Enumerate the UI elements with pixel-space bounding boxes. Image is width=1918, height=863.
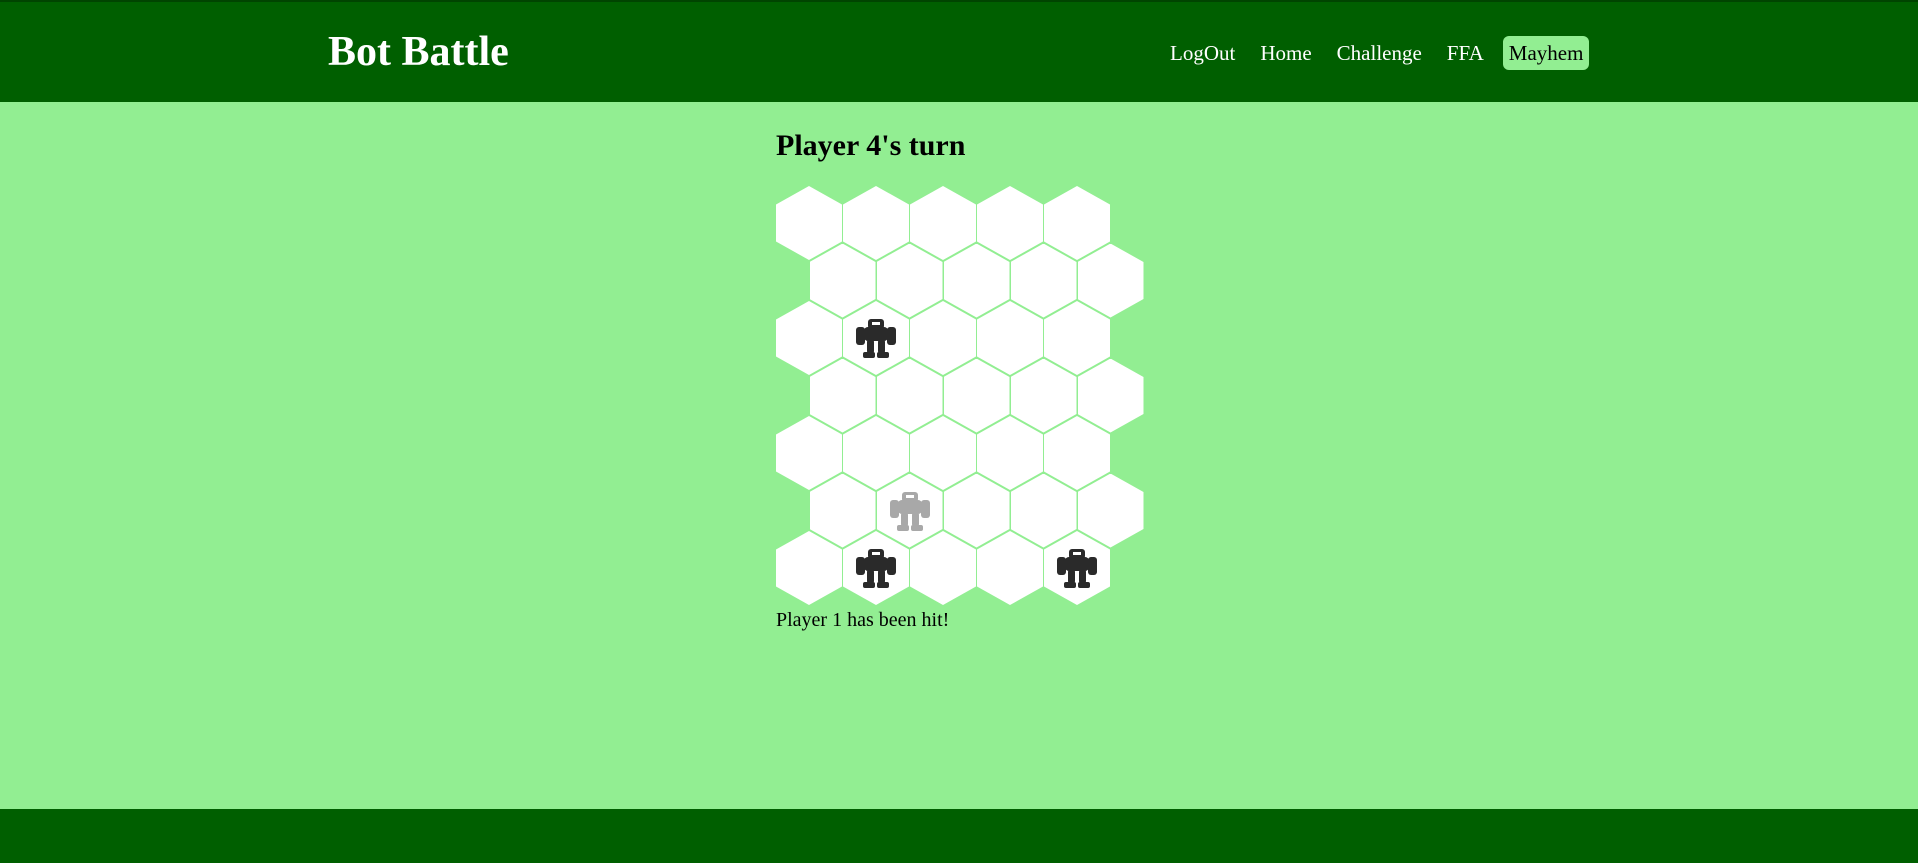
hex-cell[interactable]	[776, 531, 842, 605]
nav-challenge-link[interactable]: Challenge	[1331, 36, 1428, 70]
robot-icon	[1055, 545, 1099, 591]
hex-cell[interactable]	[809, 473, 876, 548]
game-message: Player 1 has been hit!	[776, 609, 950, 631]
hex-cell[interactable]	[977, 186, 1043, 260]
hex-cell[interactable]	[977, 531, 1043, 605]
site-title[interactable]: Bot Battle	[328, 26, 509, 78]
main-nav: LogOut Home Challenge FFA Mayhem	[1164, 36, 1590, 70]
hex-cell[interactable]	[943, 473, 1010, 548]
hex-cell[interactable]	[1077, 243, 1144, 318]
hex-cell[interactable]	[977, 301, 1043, 375]
hex-cell[interactable]	[1077, 473, 1144, 548]
hex-cell[interactable]	[876, 358, 943, 433]
hex-cell[interactable]	[1077, 358, 1144, 433]
hex-cell[interactable]	[776, 301, 842, 375]
nav-mayhem-link[interactable]: Mayhem	[1502, 36, 1590, 70]
hex-cell[interactable]	[1044, 301, 1110, 375]
hex-cell[interactable]	[1010, 243, 1077, 318]
hex-cell[interactable]	[943, 358, 1010, 433]
nav-home-link[interactable]: Home	[1254, 36, 1317, 70]
hex-board	[776, 186, 1146, 606]
site-footer	[0, 809, 1918, 863]
hex-cell[interactable]	[843, 301, 909, 375]
hex-cell[interactable]	[910, 416, 976, 490]
hex-cell[interactable]	[876, 243, 943, 318]
hex-cell[interactable]	[1010, 473, 1077, 548]
hex-cell[interactable]	[809, 358, 876, 433]
hex-cell[interactable]	[1044, 186, 1110, 260]
robot-icon	[854, 315, 898, 361]
hex-cell[interactable]	[809, 243, 876, 318]
hex-cell[interactable]	[943, 243, 1010, 318]
nav-ffa-link[interactable]: FFA	[1441, 36, 1490, 70]
nav-logout-link[interactable]: LogOut	[1164, 36, 1241, 70]
hex-cell[interactable]	[776, 416, 842, 490]
hex-cell[interactable]	[876, 473, 943, 548]
hex-cell[interactable]	[1044, 416, 1110, 490]
hex-cell[interactable]	[1044, 531, 1110, 605]
hex-cell[interactable]	[843, 416, 909, 490]
robot-icon	[854, 545, 898, 591]
hex-cell[interactable]	[977, 416, 1043, 490]
hex-cell[interactable]	[776, 186, 842, 260]
hex-cell[interactable]	[1010, 358, 1077, 433]
robot-hit-icon	[888, 488, 932, 534]
hex-cell[interactable]	[910, 186, 976, 260]
hex-cell[interactable]	[910, 531, 976, 605]
hex-cell[interactable]	[843, 186, 909, 260]
site-header: Bot Battle LogOut Home Challenge FFA May…	[0, 0, 1918, 102]
hex-cell[interactable]	[910, 301, 976, 375]
turn-indicator: Player 4's turn	[776, 129, 966, 162]
hex-cell[interactable]	[843, 531, 909, 605]
